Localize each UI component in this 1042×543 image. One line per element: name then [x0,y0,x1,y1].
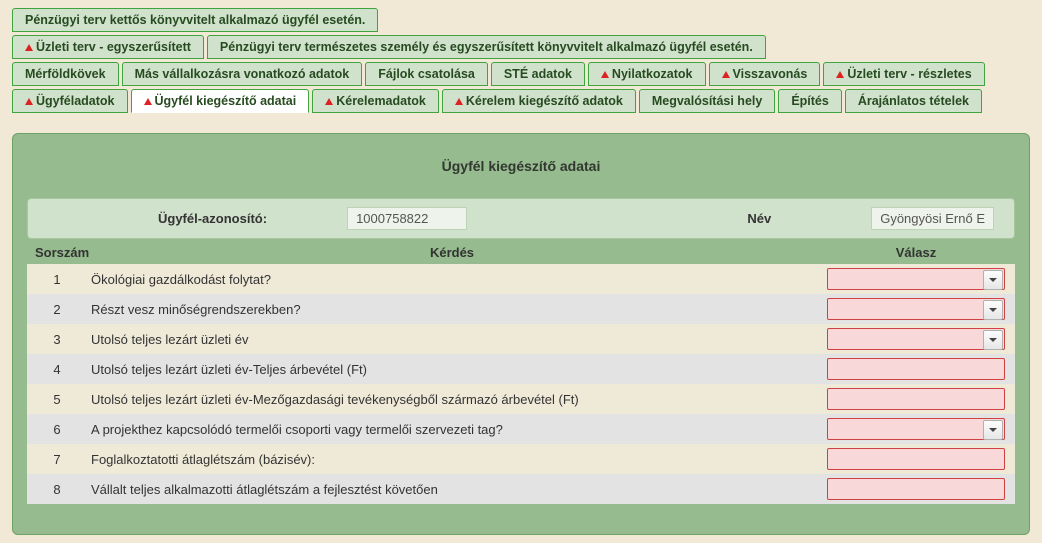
row-number: 6 [31,422,83,437]
tab-label: STÉ adatok [504,67,572,81]
client-id-value: 1000758822 [347,207,467,230]
tab-label: Ügyfél kiegészítő adatai [155,94,297,108]
answer-select[interactable] [827,298,1005,320]
answer-input[interactable] [827,358,1005,380]
row-answer-cell [821,478,1011,500]
tab[interactable]: Árajánlatos tételek [845,89,982,113]
tab-label: Nyilatkozatok [612,67,693,81]
row-answer-cell [821,268,1011,290]
row-number: 2 [31,302,83,317]
info-bar: Ügyfél-azonosító: 1000758822 Név Gyöngyö… [27,198,1015,239]
tab[interactable]: Ügyféladatok [12,89,128,113]
tab-label: Visszavonás [733,67,808,81]
warning-icon [601,71,609,78]
tab-container: Pénzügyi terv kettős könyvvitelt alkalma… [12,8,1030,113]
tab-row-4: Ügyféladatok Ügyfél kiegészítő adatai Kére… [12,89,1030,113]
tab[interactable]: Fájlok csatolása [365,62,488,86]
table-row: 8Vállalt teljes alkalmazotti átlaglétszá… [27,474,1015,504]
answer-select[interactable] [827,418,1005,440]
tab-row-3: Mérföldkövek Más vállalkozásra vonatkozó … [12,62,1030,86]
tab[interactable]: Ügyfél kiegészítő adatai [131,89,310,113]
answer-select[interactable] [827,328,1005,350]
tab[interactable]: Mérföldkövek [12,62,119,86]
row-answer-cell [821,298,1011,320]
tab-label: Üzleti terv - részletes [847,67,971,81]
client-name-value: Gyöngyösi Ernő E [871,207,994,230]
table-row: 1Ökológiai gazdálkodást folytat? [27,264,1015,294]
answer-input[interactable] [827,448,1005,470]
col-kerdes: Kérdés [83,245,821,260]
row-question: Foglalkoztatotti átlaglétszám (bázisév): [83,452,821,467]
tab-label: Mérföldkövek [25,67,106,81]
tab-label: Fájlok csatolása [378,67,475,81]
tab-label: Pénzügyi terv kettős könyvvitelt alkalma… [25,13,365,27]
tab-row-1: Pénzügyi terv kettős könyvvitelt alkalma… [12,8,1030,32]
table-row: 6A projekthez kapcsolódó termelői csopor… [27,414,1015,444]
warning-icon [836,71,844,78]
row-answer-cell [821,388,1011,410]
tab-label: Más vállalkozásra vonatkozó adatok [135,67,350,81]
tab[interactable]: Visszavonás [709,62,821,86]
row-number: 8 [31,482,83,497]
tab[interactable]: Üzleti terv - részletes [823,62,984,86]
tab-label: Kérelemadatok [336,94,426,108]
tab-label: Pénzügyi terv természetes személy és egy… [220,40,753,54]
client-id-label: Ügyfél-azonosító: [158,211,267,226]
row-question: Utolsó teljes lezárt üzleti év-Teljes ár… [83,362,821,377]
row-number: 4 [31,362,83,377]
row-question: Vállalt teljes alkalmazotti átlaglétszám… [83,482,821,497]
tab[interactable]: Megvalósítási hely [639,89,775,113]
answer-input[interactable] [827,388,1005,410]
row-answer-cell [821,328,1011,350]
panel-title: Ügyfél kiegészítő adatai [27,148,1015,198]
tab[interactable]: Kérelem kiegészítő adatok [442,89,636,113]
row-number: 3 [31,332,83,347]
main-panel: Ügyfél kiegészítő adatai Ügyfél-azonosít… [12,133,1030,535]
table-body: 1Ökológiai gazdálkodást folytat?2Részt v… [27,264,1015,504]
col-sorszam: Sorszám [31,245,83,260]
tab[interactable]: Építés [778,89,842,113]
row-question: A projekthez kapcsolódó termelői csoport… [83,422,821,437]
warning-icon [325,98,333,105]
tab-label: Ügyféladatok [36,94,115,108]
table-row: 3Utolsó teljes lezárt üzleti év [27,324,1015,354]
tab[interactable]: Kérelemadatok [312,89,439,113]
row-question: Utolsó teljes lezárt üzleti év-Mezőgazda… [83,392,821,407]
tab[interactable]: Üzleti terv - egyszerűsített [12,35,204,59]
row-question: Részt vesz minőségrendszerekben? [83,302,821,317]
row-number: 1 [31,272,83,287]
table-header: Sorszám Kérdés Válasz [27,241,1015,264]
warning-icon [144,98,152,105]
table-row: 5Utolsó teljes lezárt üzleti év-Mezőgazd… [27,384,1015,414]
tab-label: Megvalósítási hely [652,94,762,108]
tab-label: Árajánlatos tételek [858,94,969,108]
tab-label: Kérelem kiegészítő adatok [466,94,623,108]
row-question: Ökológiai gazdálkodást folytat? [83,272,821,287]
table-row: 4Utolsó teljes lezárt üzleti év-Teljes á… [27,354,1015,384]
answer-input[interactable] [827,478,1005,500]
warning-icon [25,98,33,105]
tab-row-2: Üzleti terv - egyszerűsített Pénzügyi ter… [12,35,1030,59]
row-answer-cell [821,448,1011,470]
tab[interactable]: Pénzügyi terv természetes személy és egy… [207,35,766,59]
warning-icon [25,44,33,51]
col-valasz: Válasz [821,245,1011,260]
answer-select[interactable] [827,268,1005,290]
tab[interactable]: Pénzügyi terv kettős könyvvitelt alkalma… [12,8,378,32]
row-question: Utolsó teljes lezárt üzleti év [83,332,821,347]
tab[interactable]: STÉ adatok [491,62,585,86]
table-row: 2Részt vesz minőségrendszerekben? [27,294,1015,324]
row-number: 5 [31,392,83,407]
warning-icon [722,71,730,78]
row-number: 7 [31,452,83,467]
warning-icon [455,98,463,105]
tab[interactable]: Nyilatkozatok [588,62,706,86]
tab-label: Építés [791,94,829,108]
row-answer-cell [821,358,1011,380]
row-answer-cell [821,418,1011,440]
client-name-label: Név [747,211,771,226]
tab[interactable]: Más vállalkozásra vonatkozó adatok [122,62,363,86]
table-row: 7Foglalkoztatotti átlaglétszám (bázisév)… [27,444,1015,474]
tab-label: Üzleti terv - egyszerűsített [36,40,191,54]
